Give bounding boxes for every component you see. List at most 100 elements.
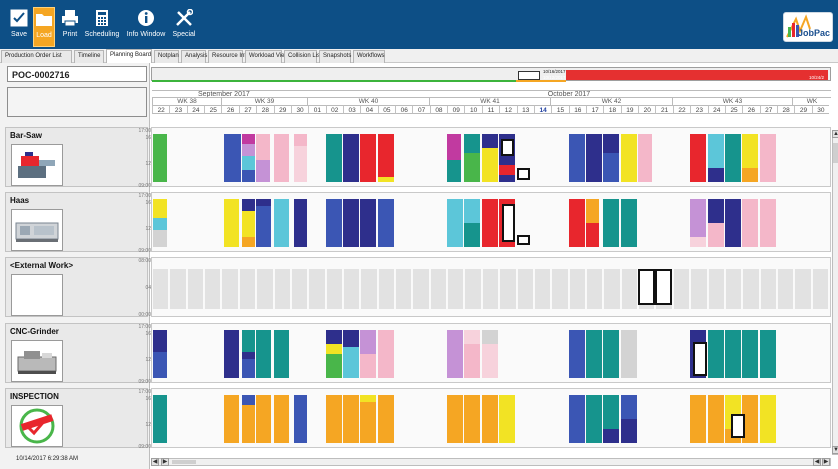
selected-job-outline[interactable] [502, 203, 516, 243]
job-block[interactable] [256, 206, 272, 247]
calendar-day-label[interactable]: 06 [395, 105, 413, 114]
job-block[interactable] [464, 395, 481, 443]
job-block[interactable] [759, 199, 776, 247]
external-slot[interactable] [586, 269, 603, 309]
external-slot[interactable] [342, 269, 360, 309]
job-block[interactable] [464, 134, 481, 154]
job-block[interactable] [707, 330, 724, 378]
job-block[interactable] [620, 419, 637, 443]
external-slot[interactable] [811, 269, 829, 309]
job-block[interactable] [742, 134, 759, 168]
job-block[interactable] [481, 134, 498, 149]
scroll-right-button[interactable]: ▶ [161, 458, 169, 466]
calendar-day-label[interactable]: 28 [776, 105, 795, 114]
job-block[interactable] [153, 395, 167, 443]
job-block[interactable] [256, 330, 272, 378]
calendar-day-label[interactable]: 21 [655, 105, 673, 114]
calendar-day-label[interactable]: 05 [377, 105, 396, 114]
job-block[interactable] [293, 395, 307, 443]
job-block[interactable] [759, 395, 776, 443]
external-slot[interactable] [603, 269, 620, 309]
job-block[interactable] [707, 199, 724, 223]
job-block[interactable] [241, 134, 255, 144]
external-slot[interactable] [690, 269, 707, 309]
external-slot[interactable] [169, 269, 186, 309]
calendar-day-label[interactable]: 19 [620, 105, 639, 114]
external-slot[interactable] [429, 269, 447, 309]
timeline-overview[interactable]: 10/16/2017 10/12/2017 10/24/2 [151, 67, 831, 82]
job-block[interactable] [241, 155, 255, 170]
external-slot[interactable] [447, 269, 464, 309]
job-block[interactable] [464, 199, 481, 223]
job-block[interactable] [707, 167, 724, 182]
horizontal-scrollbar[interactable]: ◀ ▶ ◀ ▶ [151, 458, 831, 466]
external-slot[interactable] [551, 269, 568, 309]
job-block[interactable] [241, 170, 255, 182]
job-block[interactable] [707, 395, 724, 443]
job-block[interactable] [724, 134, 741, 182]
overview-window-handle[interactable] [518, 71, 540, 80]
calendar-day-label[interactable]: 24 [186, 105, 205, 114]
job-block[interactable] [464, 330, 481, 345]
job-block[interactable] [620, 395, 637, 419]
job-block[interactable] [603, 199, 620, 247]
job-block[interactable] [153, 199, 167, 219]
job-block[interactable] [153, 134, 167, 182]
job-block[interactable] [224, 330, 240, 357]
external-slot[interactable] [707, 269, 724, 309]
job-block[interactable] [481, 148, 498, 182]
calendar-day-label[interactable]: 24 [707, 105, 725, 114]
job-block[interactable] [620, 134, 637, 182]
job-block[interactable] [603, 428, 620, 443]
job-block[interactable] [568, 395, 585, 443]
job-block[interactable] [603, 330, 620, 378]
scheduling-button[interactable]: Scheduling [84, 7, 120, 47]
calendar-day-label[interactable]: 03 [342, 105, 361, 114]
job-block[interactable] [273, 330, 289, 378]
job-block[interactable] [256, 160, 271, 182]
job-block[interactable] [464, 344, 481, 378]
job-block[interactable] [273, 199, 289, 228]
tab-snapshots[interactable]: Snapshots [319, 50, 351, 63]
external-slot[interactable] [360, 269, 377, 309]
external-slot[interactable] [568, 269, 585, 309]
job-block[interactable] [325, 330, 342, 345]
info-window-button[interactable]: Info Window [126, 7, 166, 47]
job-block[interactable] [759, 330, 776, 378]
job-block[interactable] [342, 395, 359, 443]
job-block[interactable] [568, 330, 585, 378]
selected-job-outline[interactable] [693, 342, 708, 376]
calendar-day-label[interactable]: 10 [464, 105, 482, 114]
job-block[interactable] [568, 148, 585, 182]
job-block[interactable] [342, 199, 359, 247]
external-slot[interactable] [620, 269, 638, 309]
job-block[interactable] [742, 199, 759, 247]
external-slot[interactable] [759, 269, 776, 309]
external-slot[interactable] [308, 269, 325, 309]
external-slot[interactable] [377, 269, 395, 309]
vertical-scroll-thumb[interactable] [833, 143, 838, 163]
job-block[interactable] [153, 218, 167, 231]
job-block[interactable] [724, 330, 741, 378]
job-block[interactable] [360, 395, 377, 403]
external-slot[interactable] [238, 269, 256, 309]
job-block[interactable] [620, 330, 637, 378]
job-block[interactable] [742, 330, 759, 378]
external-slot[interactable] [412, 269, 429, 309]
job-block[interactable] [620, 199, 637, 247]
external-slot[interactable] [742, 269, 759, 309]
external-slot[interactable] [273, 269, 290, 309]
job-block[interactable] [325, 344, 342, 354]
scroll-left-button[interactable]: ◀ [151, 458, 159, 466]
job-block[interactable] [342, 134, 359, 182]
job-block[interactable] [481, 330, 498, 345]
job-block[interactable] [499, 395, 516, 443]
job-block[interactable] [153, 351, 167, 378]
job-block[interactable] [690, 395, 707, 443]
external-slot[interactable] [256, 269, 273, 309]
special-button[interactable]: Special [170, 7, 198, 47]
external-slot[interactable] [481, 269, 499, 309]
calendar-day-label[interactable]: 29 [794, 105, 812, 114]
resource-item[interactable]: CNC-Grinder [5, 323, 148, 383]
job-block[interactable] [241, 237, 255, 247]
